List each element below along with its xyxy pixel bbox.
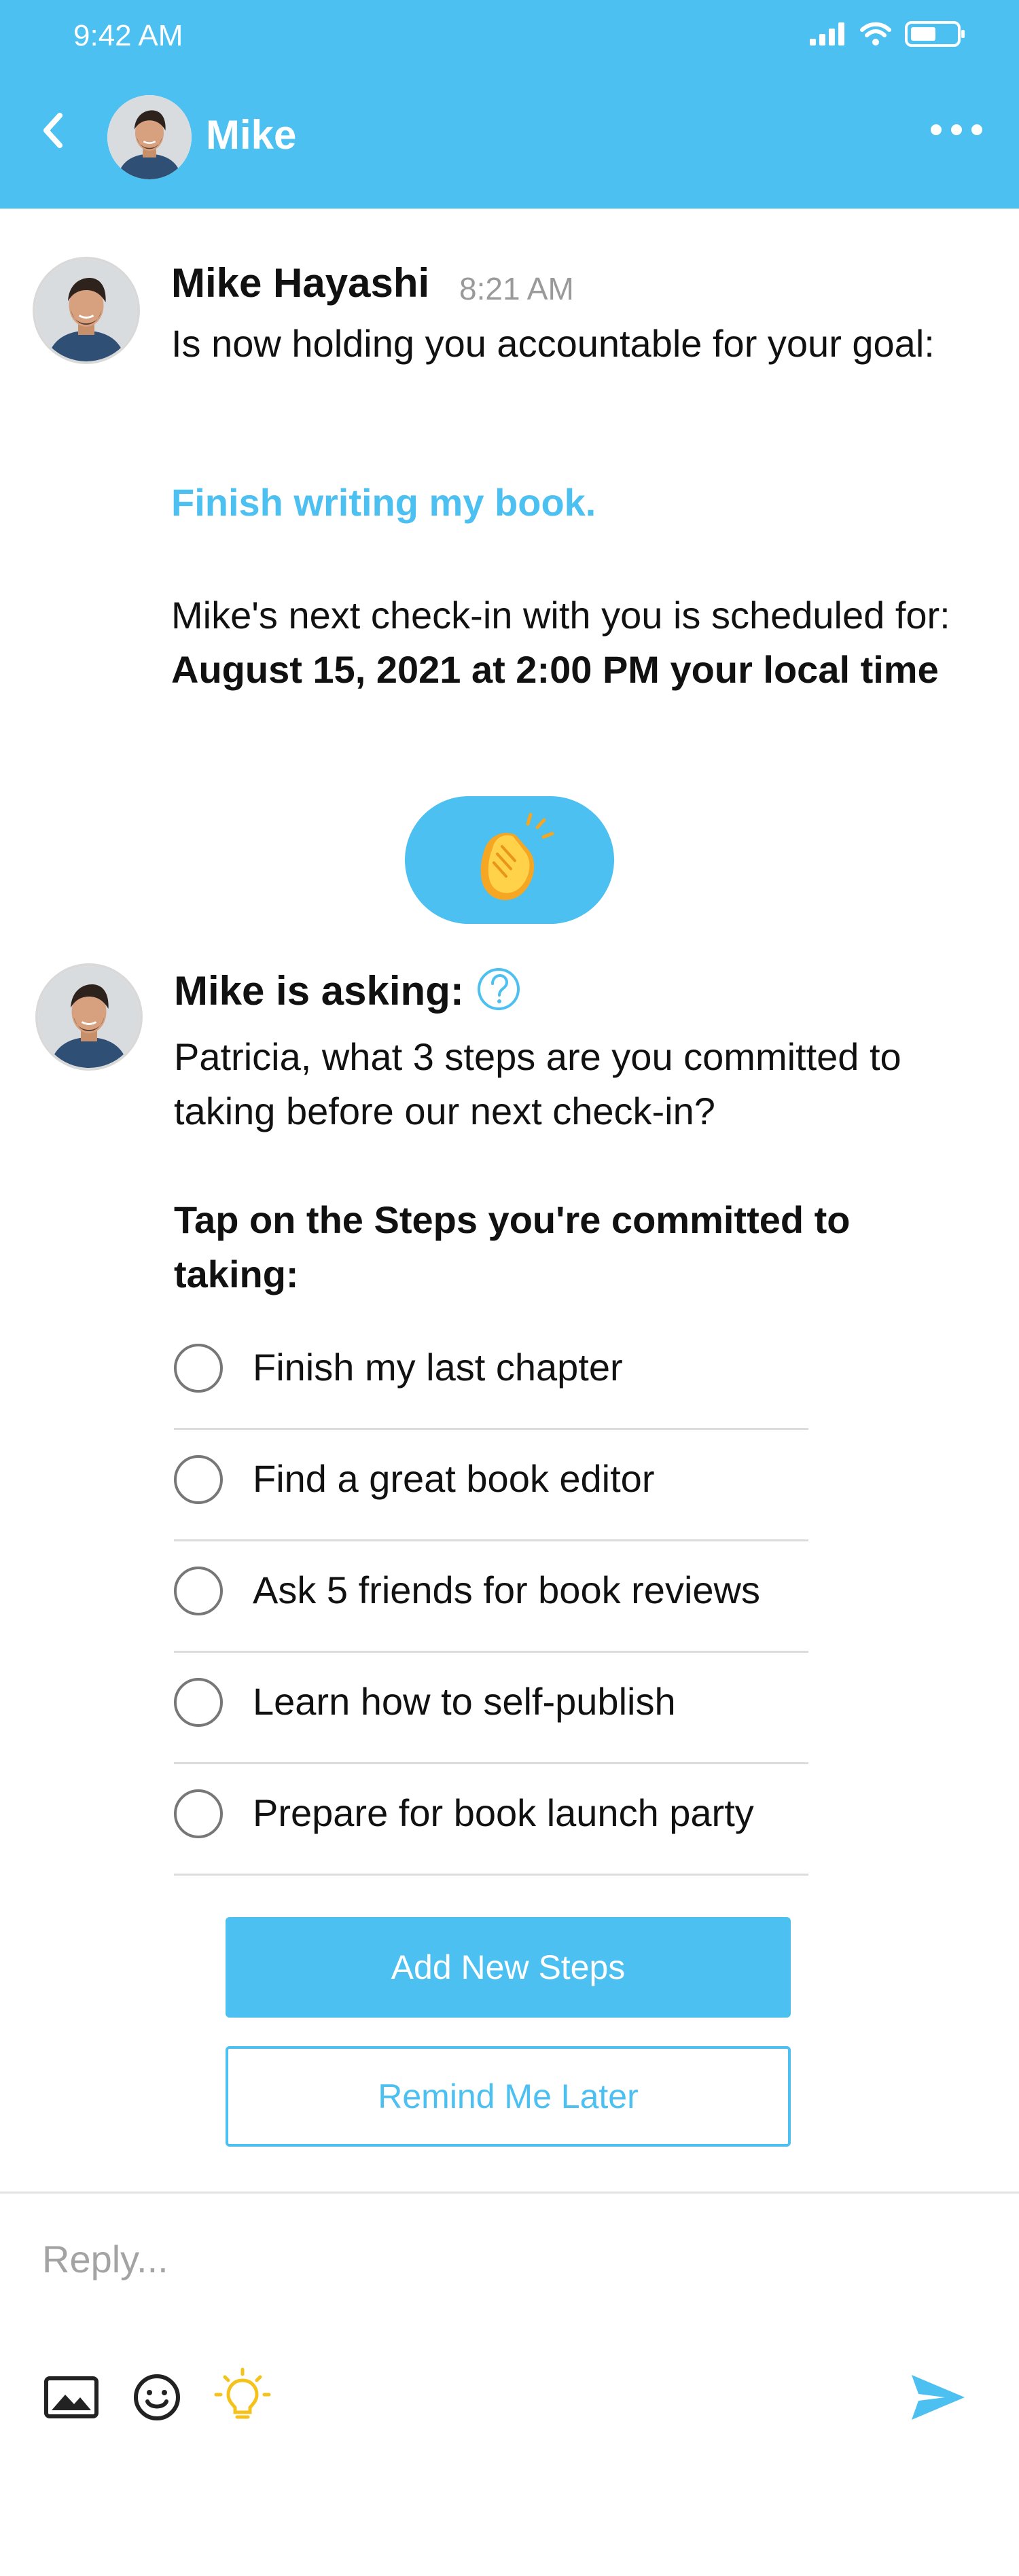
dot (951, 124, 962, 135)
wifi-icon (860, 22, 891, 46)
emoji-button[interactable] (126, 2367, 187, 2428)
back-button[interactable] (33, 109, 76, 152)
more-options-button[interactable] (931, 120, 982, 140)
step-label: Prepare for book launch party (253, 1791, 754, 1834)
sender-name: Mike Hayashi (171, 260, 430, 306)
image-icon (44, 2376, 99, 2418)
message-time: 8:21 AM (459, 271, 574, 306)
reaction-button[interactable] (405, 796, 614, 924)
add-new-steps-button[interactable]: Add New Steps (226, 1917, 791, 2018)
steps-instruction: Tap on the Steps you're committed to tak… (174, 1198, 851, 1295)
question-text: Patricia, what 3 steps are you committed… (174, 1035, 901, 1132)
step-label: Learn how to self-publish (253, 1680, 676, 1723)
send-button[interactable] (908, 2367, 969, 2428)
radio-button[interactable] (174, 1455, 223, 1504)
dot (971, 124, 982, 135)
goal-text[interactable]: Finish writing my book. (171, 480, 596, 524)
idea-button[interactable] (212, 2367, 273, 2428)
step-option[interactable]: Finish my last chapter (174, 1317, 808, 1430)
composer-divider (0, 2192, 1019, 2194)
checkin-prefix: Mike's next check-in with you is schedul… (171, 594, 950, 637)
step-option[interactable]: Learn how to self-publish (174, 1651, 808, 1764)
status-icons (810, 19, 966, 49)
radio-button[interactable] (174, 1567, 223, 1615)
step-label: Find a great book editor (253, 1457, 655, 1500)
question-mark-icon (478, 968, 520, 1010)
dot (931, 124, 942, 135)
step-label: Ask 5 friends for book reviews (253, 1569, 760, 1611)
chat-header: 9:42 AM Mike (0, 0, 1019, 209)
chevron-left-icon (43, 113, 62, 148)
contact-avatar[interactable] (107, 95, 192, 179)
checkin-datetime: August 15, 2021 at 2:00 PM your local ti… (171, 648, 939, 691)
message-text: Is now holding you accountable for your … (171, 322, 935, 365)
send-icon (912, 2375, 965, 2420)
lightbulb-icon (214, 2367, 271, 2419)
sender-avatar[interactable] (35, 260, 137, 361)
image-button[interactable] (41, 2367, 102, 2428)
sender-avatar[interactable] (38, 966, 140, 1068)
radio-button[interactable] (174, 1344, 223, 1393)
clapping-hands-icon (480, 812, 554, 900)
remind-me-later-button[interactable]: Remind Me Later (226, 2046, 791, 2147)
checkin-text: Mike's next check-in with you is schedul… (171, 588, 980, 697)
radio-button[interactable] (174, 1678, 223, 1727)
status-time: 9:42 AM (73, 19, 183, 52)
step-option[interactable]: Ask 5 friends for book reviews (174, 1539, 808, 1653)
radio-button[interactable] (174, 1789, 223, 1838)
battery-icon (905, 21, 965, 47)
reply-input[interactable] (42, 2228, 966, 2289)
emoji-icon (134, 2374, 180, 2420)
signal-icon (810, 22, 844, 46)
help-button[interactable] (476, 966, 522, 1012)
asking-heading: Mike is asking: (174, 968, 464, 1014)
step-option[interactable]: Find a great book editor (174, 1428, 808, 1541)
contact-name[interactable]: Mike (206, 111, 296, 158)
step-option[interactable]: Prepare for book launch party (174, 1762, 808, 1876)
step-label: Finish my last chapter (253, 1346, 623, 1389)
